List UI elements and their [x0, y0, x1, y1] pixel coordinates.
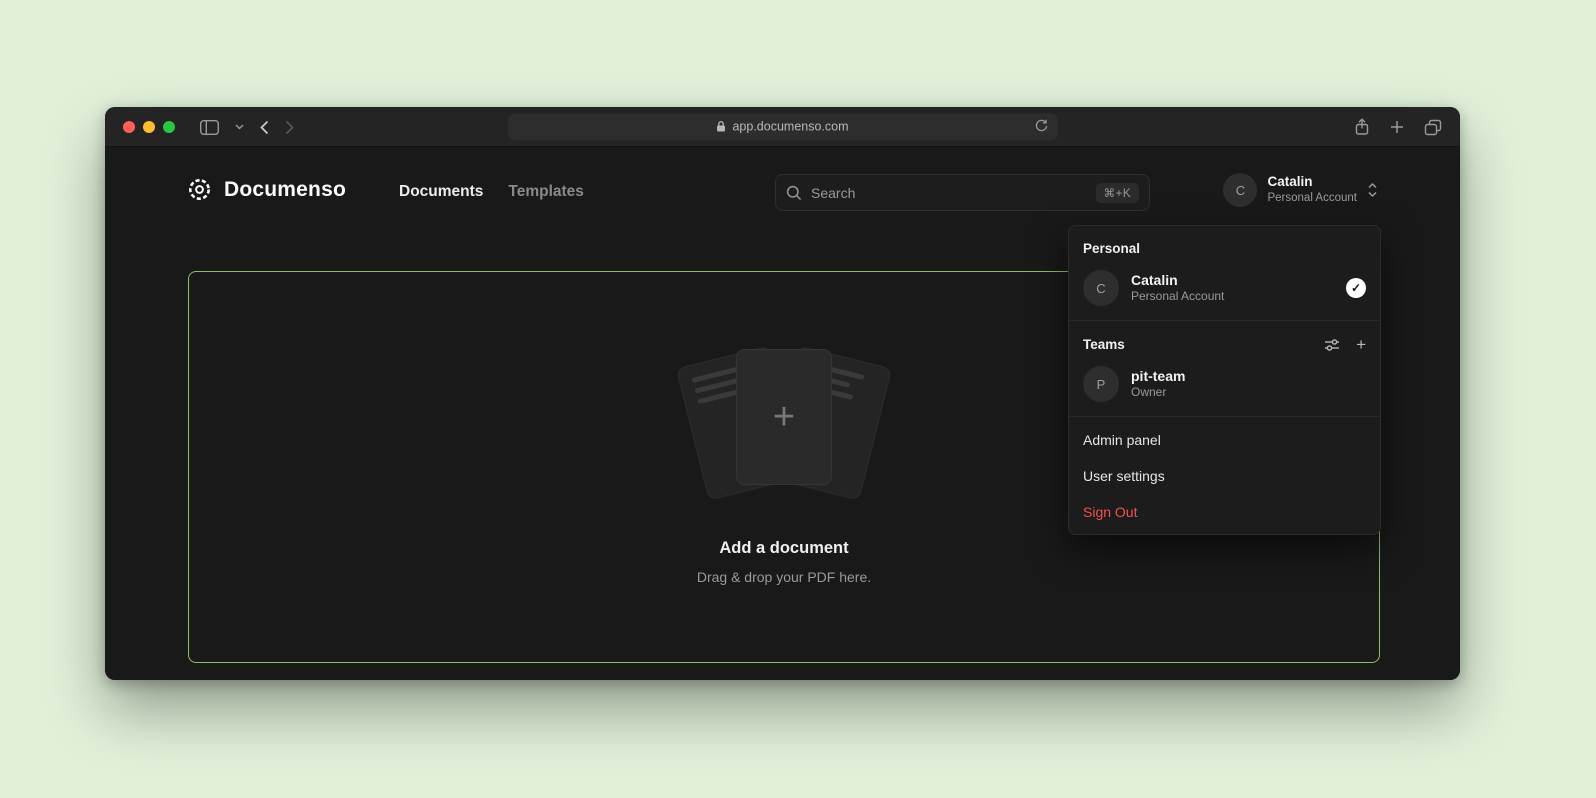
avatar: C [1223, 173, 1257, 207]
address-bar[interactable]: app.documenso.com [508, 113, 1058, 140]
menu-section-teams: Teams + [1069, 326, 1380, 359]
browser-window: app.documenso.com [105, 107, 1460, 680]
account-type: Personal Account [1267, 191, 1357, 205]
desktop: { "browser": { "url": "app.documenso.com… [0, 0, 1596, 798]
sidebar-chevron-down-icon[interactable] [235, 124, 244, 130]
menu-divider [1069, 320, 1380, 321]
dropzone-title: Add a document [719, 539, 848, 558]
menu-item-sign-out[interactable]: Sign Out [1069, 494, 1380, 530]
browser-nav-controls [200, 107, 294, 147]
minimize-window-button[interactable] [143, 121, 155, 133]
chevron-up-down-icon [1367, 182, 1378, 198]
document-card-add-icon: + [736, 349, 832, 485]
brand[interactable]: Documenso [186, 176, 346, 203]
search-input[interactable]: Search ⌘+K [775, 174, 1150, 211]
refresh-icon[interactable] [1034, 118, 1049, 133]
manage-teams-sliders-icon[interactable] [1324, 338, 1340, 352]
dropzone-subtitle: Drag & drop your PDF here. [697, 569, 871, 585]
back-button-icon[interactable] [260, 120, 269, 135]
team-role: Owner [1131, 385, 1185, 401]
menu-item-user-settings[interactable]: User settings [1069, 458, 1380, 494]
plus-icon: + [773, 398, 795, 436]
menu-item-personal-account[interactable]: C Catalin Personal Account ✓ [1069, 263, 1380, 315]
lock-icon [716, 121, 726, 133]
menu-section-personal: Personal [1069, 230, 1380, 263]
tab-overview-icon[interactable] [1424, 119, 1442, 136]
teams-header-label: Teams [1083, 337, 1125, 352]
search-shortcut-badge: ⌘+K [1096, 183, 1139, 203]
zoom-window-button[interactable] [163, 121, 175, 133]
app-content: Documenso Documents Templates Search ⌘+K… [105, 147, 1460, 680]
browser-titlebar: app.documenso.com [105, 107, 1460, 147]
menu-divider [1069, 416, 1380, 417]
brand-name: Documenso [224, 178, 346, 202]
create-team-plus-icon[interactable]: + [1356, 336, 1366, 353]
search-placeholder: Search [811, 185, 855, 201]
share-icon[interactable] [1354, 118, 1370, 136]
new-tab-plus-icon[interactable] [1390, 120, 1404, 134]
window-controls [123, 121, 175, 133]
team-name: pit-team [1131, 367, 1185, 385]
documents-stack-illustration: + [669, 349, 899, 499]
menu-account-name: Catalin [1131, 271, 1224, 289]
nav-documents[interactable]: Documents [399, 183, 483, 201]
sidebar-toggle-icon[interactable] [200, 120, 219, 135]
nav-templates[interactable]: Templates [508, 183, 584, 201]
menu-account-subtitle: Personal Account [1131, 289, 1224, 305]
forward-button-icon[interactable] [285, 120, 294, 135]
titlebar-right-controls [1354, 107, 1442, 147]
account-name: Catalin [1267, 174, 1357, 191]
menu-item-admin-panel[interactable]: Admin panel [1069, 422, 1380, 458]
account-menu-trigger[interactable]: C Catalin Personal Account [1223, 173, 1378, 207]
url-text: app.documenso.com [732, 120, 848, 134]
team-avatar: P [1083, 366, 1119, 402]
close-window-button[interactable] [123, 121, 135, 133]
search-icon [786, 185, 802, 201]
main-nav: Documents Templates [399, 183, 584, 201]
menu-item-team[interactable]: P pit-team Owner [1069, 359, 1380, 411]
account-dropdown-menu: Personal C Catalin Personal Account ✓ Te… [1068, 225, 1381, 535]
avatar: C [1083, 270, 1119, 306]
selected-check-icon: ✓ [1346, 278, 1366, 298]
documenso-logo-icon [186, 176, 213, 203]
